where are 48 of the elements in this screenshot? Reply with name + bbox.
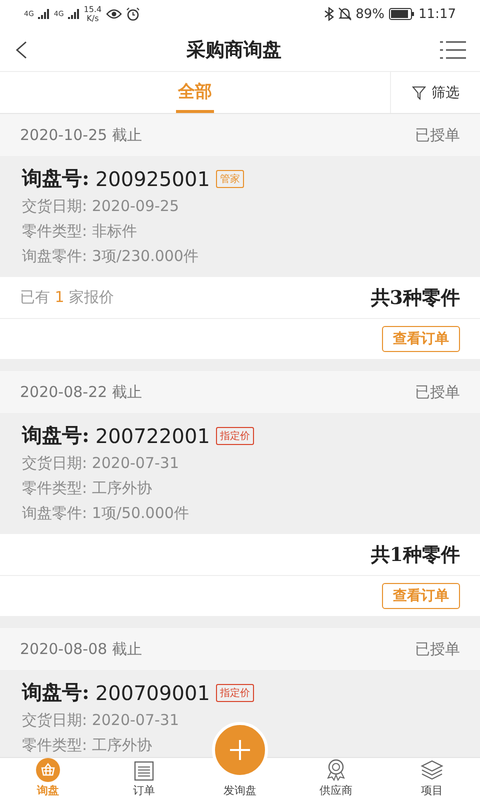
- filter-icon: [412, 86, 426, 100]
- status-label: 已授单: [415, 126, 460, 144]
- inquiry-number: 200709001: [95, 680, 210, 704]
- info-line: 询盘零件: 3项/230.000件: [22, 246, 198, 267]
- deadline-date: 2020-08-08 截止: [20, 640, 142, 658]
- status-label: 已授单: [415, 640, 460, 658]
- info-line: 零件类型: 非标件: [22, 221, 137, 242]
- nav-item[interactable]: 订单: [96, 758, 192, 800]
- info-line: 交货日期: 2020-09-25: [22, 196, 180, 217]
- clock-time: 11:17: [418, 6, 456, 22]
- inquiry-number: 200722001: [95, 424, 210, 448]
- muted-bell-icon: [338, 7, 352, 21]
- quote-count: 已有 1 家报价: [20, 288, 114, 307]
- battery-icon: [388, 8, 415, 20]
- page-title: 采购商询盘: [186, 38, 282, 62]
- inquiry-number-label: 询盘号:: [22, 679, 90, 706]
- plus-icon: [229, 739, 251, 761]
- bluetooth-icon: [324, 7, 334, 21]
- menu-icon[interactable]: [440, 40, 466, 58]
- inquiry-tag: 管家: [216, 170, 244, 188]
- back-icon[interactable]: [14, 40, 28, 60]
- inquiry-tag: 指定价: [216, 426, 254, 444]
- alarm-icon: [126, 7, 140, 21]
- nav-item[interactable]: 发询盘: [192, 783, 288, 800]
- parts-total: 共1种零件: [370, 542, 460, 568]
- info-line: 交货日期: 2020-07-31: [22, 453, 180, 474]
- nav-item[interactable]: 项目: [384, 758, 480, 800]
- inquiry-number-label: 询盘号:: [22, 165, 90, 192]
- battery-percent: 89%: [356, 6, 385, 22]
- parts-total: 共3种零件: [370, 286, 460, 310]
- info-line: 零件类型: 工序外协: [22, 735, 152, 756]
- signal-icon: [68, 9, 80, 19]
- status-label: 已授单: [415, 382, 460, 402]
- info-line: 询盘零件: 1项/50.000件: [22, 503, 189, 524]
- inquiry-tag: 指定价: [216, 684, 254, 702]
- inquiry-number-label: 询盘号:: [22, 422, 90, 449]
- signal-icon: [38, 9, 50, 19]
- layers-icon: [420, 758, 444, 782]
- eye-icon: [106, 8, 122, 20]
- filter-button[interactable]: 筛选: [390, 72, 480, 113]
- deadline-date: 2020-10-25 截止: [20, 126, 142, 144]
- info-line: 交货日期: 2020-07-31: [22, 710, 180, 731]
- deadline-date: 2020-08-22 截止: [20, 382, 142, 402]
- info-line: 零件类型: 工序外协: [22, 478, 152, 499]
- list-icon: [133, 760, 155, 782]
- nav-item[interactable]: 供应商: [288, 758, 384, 800]
- inquiry-number: 200925001: [95, 166, 210, 190]
- network-speed: 15.4 K/s: [84, 5, 102, 23]
